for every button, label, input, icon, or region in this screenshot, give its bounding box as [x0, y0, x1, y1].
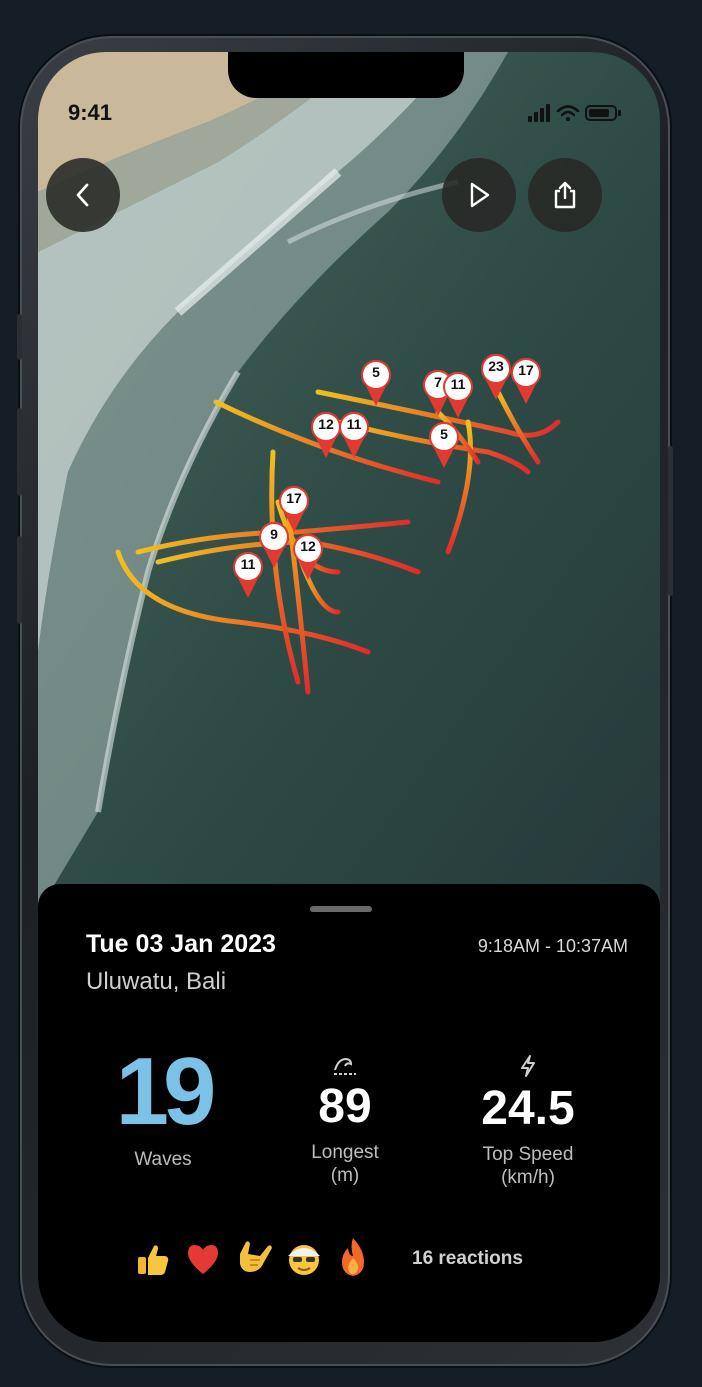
status-icons [528, 104, 621, 122]
wave-marker[interactable]: 5 [360, 359, 392, 408]
wave-marker[interactable]: 12 [292, 533, 324, 582]
wave-marker[interactable]: 5 [428, 421, 460, 470]
volume-down-button [17, 536, 22, 624]
status-time: 9:41 [68, 100, 113, 125]
notch [228, 52, 464, 98]
mute-switch [17, 314, 22, 360]
wave-marker[interactable]: 11 [338, 411, 370, 460]
longest-stat: 89 Longest (m) [270, 1054, 420, 1187]
back-button[interactable] [46, 158, 120, 232]
waves-label: Waves [134, 1149, 192, 1170]
shaka-icon [240, 1241, 272, 1272]
volume-up-button [17, 408, 22, 496]
top-speed-value: 24.5 [481, 1082, 575, 1135]
top-speed-unit: (km/h) [501, 1167, 555, 1188]
wave-marker-label: 12 [300, 538, 316, 554]
fire-icon [342, 1238, 364, 1276]
wave-marker-label: 11 [240, 556, 256, 572]
wave-marker[interactable]: 23 [480, 353, 512, 402]
lightning-icon [521, 1055, 535, 1077]
wave-marker-label: 5 [372, 364, 380, 380]
wave-marker[interactable]: 17 [510, 357, 542, 406]
reactions-count[interactable]: 16 reactions [412, 1248, 523, 1270]
app-screen: 5 7 11 23 17 12 11 5 17 9 12 11 9:41 Tue… [38, 52, 660, 1342]
longest-value: 89 [318, 1080, 372, 1133]
wave-marker-label: 11 [346, 416, 362, 432]
wave-icon [334, 1057, 356, 1075]
wave-marker[interactable]: 11 [442, 371, 474, 420]
session-sheet[interactable]: Tue 03 Jan 2023 9:18AM - 10:37AM Uluwatu… [38, 884, 660, 1342]
play-icon [470, 182, 490, 208]
session-time-range: 9:18AM - 10:37AM [477, 936, 628, 956]
longest-unit: (m) [330, 1165, 360, 1186]
play-button[interactable] [442, 158, 516, 232]
sheet-handle[interactable] [310, 906, 372, 912]
share-button[interactable] [528, 158, 602, 232]
heart-icon [188, 1245, 218, 1274]
wave-marker-label: 17 [518, 362, 534, 378]
wave-marker-label: 23 [488, 358, 504, 374]
signal-icon [528, 104, 550, 122]
share-icon [554, 181, 576, 209]
power-button [668, 446, 673, 596]
session-location: Uluwatu, Bali [86, 968, 227, 995]
thumbs-up-icon [138, 1245, 169, 1275]
chevron-left-icon [76, 183, 89, 207]
top-speed-label: Top Speed [482, 1144, 574, 1165]
wave-marker[interactable]: 11 [232, 551, 264, 600]
longest-label: Longest [311, 1142, 379, 1163]
session-date: Tue 03 Jan 2023 [86, 930, 276, 958]
surfer-face-icon [288, 1245, 320, 1275]
waves-stat: 19 Waves [78, 1044, 248, 1171]
wave-marker-label: 5 [440, 426, 448, 442]
waves-count: 19 [115, 1038, 217, 1145]
wave-marker-label: 9 [270, 526, 278, 542]
wave-marker-label: 17 [286, 490, 302, 506]
wave-marker-label: 11 [450, 376, 466, 392]
top-speed-stat: 24.5 Top Speed (km/h) [438, 1054, 618, 1189]
battery-icon [585, 105, 621, 121]
wifi-icon [556, 105, 580, 121]
